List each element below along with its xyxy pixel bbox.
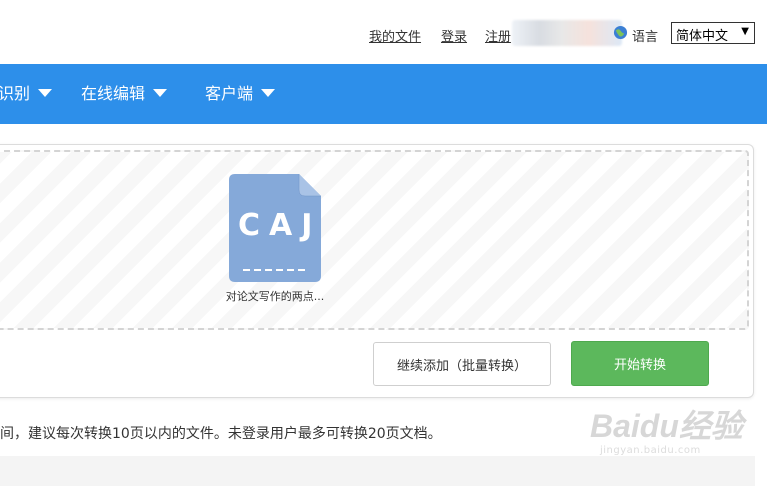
- caret-down-icon: [153, 88, 168, 97]
- caret-down-icon: [261, 88, 276, 97]
- language-label: 语言: [632, 30, 659, 45]
- nav-item-client[interactable]: 客户端: [205, 64, 276, 124]
- language-select[interactable]: 简体中文 ▼: [671, 22, 755, 44]
- add-more-button[interactable]: 继续添加（批量转换）: [373, 342, 551, 386]
- blurred-username: [512, 20, 622, 46]
- register-link[interactable]: 注册: [485, 26, 511, 45]
- my-files-link[interactable]: 我的文件: [369, 26, 421, 45]
- language-selected-value: 简体中文: [676, 29, 729, 44]
- login-link[interactable]: 登录: [441, 26, 467, 45]
- globe-icon: [613, 25, 628, 40]
- top-utility-bar: 我的文件 登录 注册 语言 简体中文 ▼: [0, 0, 780, 64]
- conversion-notice: 间，建议每次转换10页以内的文件。未登录用户最多可转换20页文档。: [0, 426, 442, 442]
- start-convert-button[interactable]: 开始转换: [571, 341, 709, 386]
- file-drop-zone[interactable]: [0, 150, 749, 330]
- dropdown-arrow-icon: ▼: [741, 26, 749, 37]
- nav-item-online-edit[interactable]: 在线编辑: [81, 64, 168, 124]
- uploaded-file-card[interactable]: CAJ 对论文写作的两点...: [220, 172, 330, 312]
- watermark-url: jingyan.baidu.com: [600, 445, 701, 456]
- file-name: 对论文写作的两点...: [225, 290, 325, 303]
- watermark-text: Baidu经验: [590, 408, 743, 444]
- baidu-watermark: Baidu经验 jingyan.baidu.com: [590, 395, 770, 465]
- nav-item-label: 客户端: [205, 84, 254, 103]
- nav-item-label: 在线编辑: [81, 84, 146, 103]
- file-type-label: CAJ: [238, 208, 322, 243]
- nav-item-recognize[interactable]: 识别: [0, 64, 53, 124]
- nav-item-label: 识别: [0, 84, 31, 103]
- main-nav: 识别 在线编辑 客户端: [0, 64, 780, 124]
- caret-down-icon: [38, 88, 53, 97]
